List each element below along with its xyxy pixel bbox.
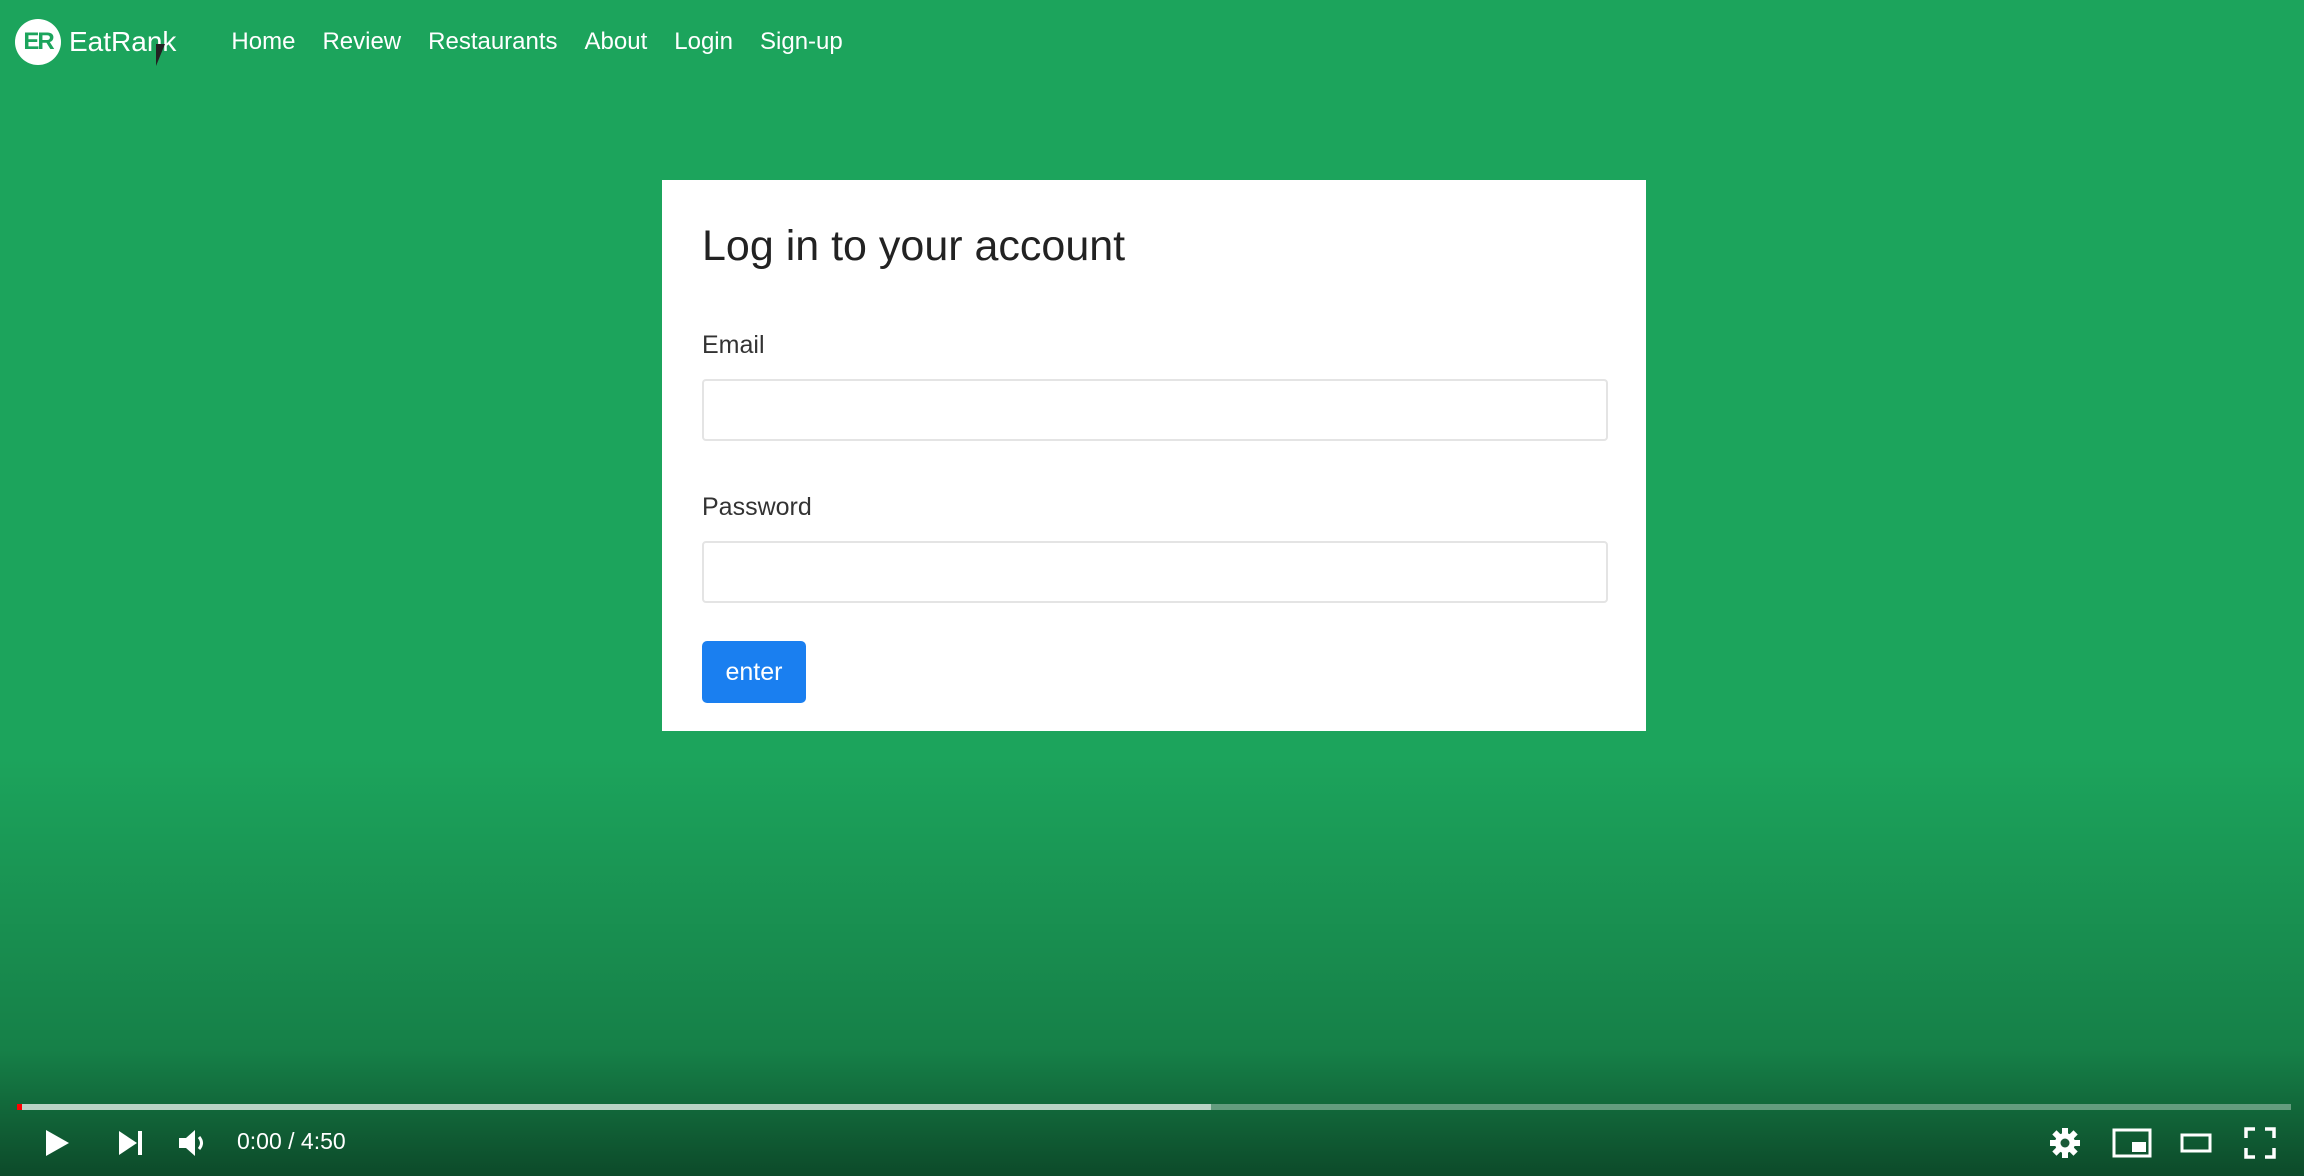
play-button[interactable] [36,1118,78,1168]
video-frame[interactable]: ER EatRank Home Review Restaurants About… [0,0,2304,1176]
volume-button[interactable] [172,1118,214,1168]
nav-login[interactable]: Login [674,28,733,56]
miniplayer-icon [2112,1128,2152,1158]
fullscreen-button[interactable] [2238,1118,2282,1168]
nav-about[interactable]: About [585,28,648,56]
next-icon [119,1131,142,1155]
controls-gradient [0,756,2304,1176]
volume-icon [179,1130,203,1156]
miniplayer-button[interactable] [2110,1118,2154,1168]
theater-mode-button[interactable] [2174,1118,2218,1168]
password-field[interactable] [702,541,1608,603]
email-label: Email [702,331,765,359]
progress-buffered [17,1104,1211,1110]
player-controls: 0:00 / 4:50 [0,1118,2304,1168]
play-icon [46,1130,69,1156]
time-display: 0:00 / 4:50 [237,1128,346,1154]
mouse-cursor-icon [156,44,174,66]
brand[interactable]: ER EatRank [15,19,176,65]
nav-links: Home Review Restaurants About Login Sign… [231,28,842,56]
settings-button[interactable] [2044,1118,2086,1168]
password-label: Password [702,493,812,521]
nav-signup[interactable]: Sign-up [760,28,843,56]
theater-mode-icon [2180,1133,2212,1153]
navbar: ER EatRank Home Review Restaurants About… [0,0,2304,84]
settings-icon [2050,1128,2080,1158]
progress-played [17,1104,22,1110]
nav-review[interactable]: Review [322,28,401,56]
login-title: Log in to your account [702,222,1126,270]
login-card: Log in to your account Email Password en… [662,180,1646,731]
progress-bar[interactable] [17,1104,2291,1110]
email-field[interactable] [702,379,1608,441]
brand-logo-icon[interactable]: ER [15,19,61,65]
nav-home[interactable]: Home [231,28,295,56]
fullscreen-icon [2244,1127,2276,1159]
nav-restaurants[interactable]: Restaurants [428,28,557,56]
enter-button[interactable]: enter [702,641,806,703]
next-button[interactable] [110,1118,152,1168]
